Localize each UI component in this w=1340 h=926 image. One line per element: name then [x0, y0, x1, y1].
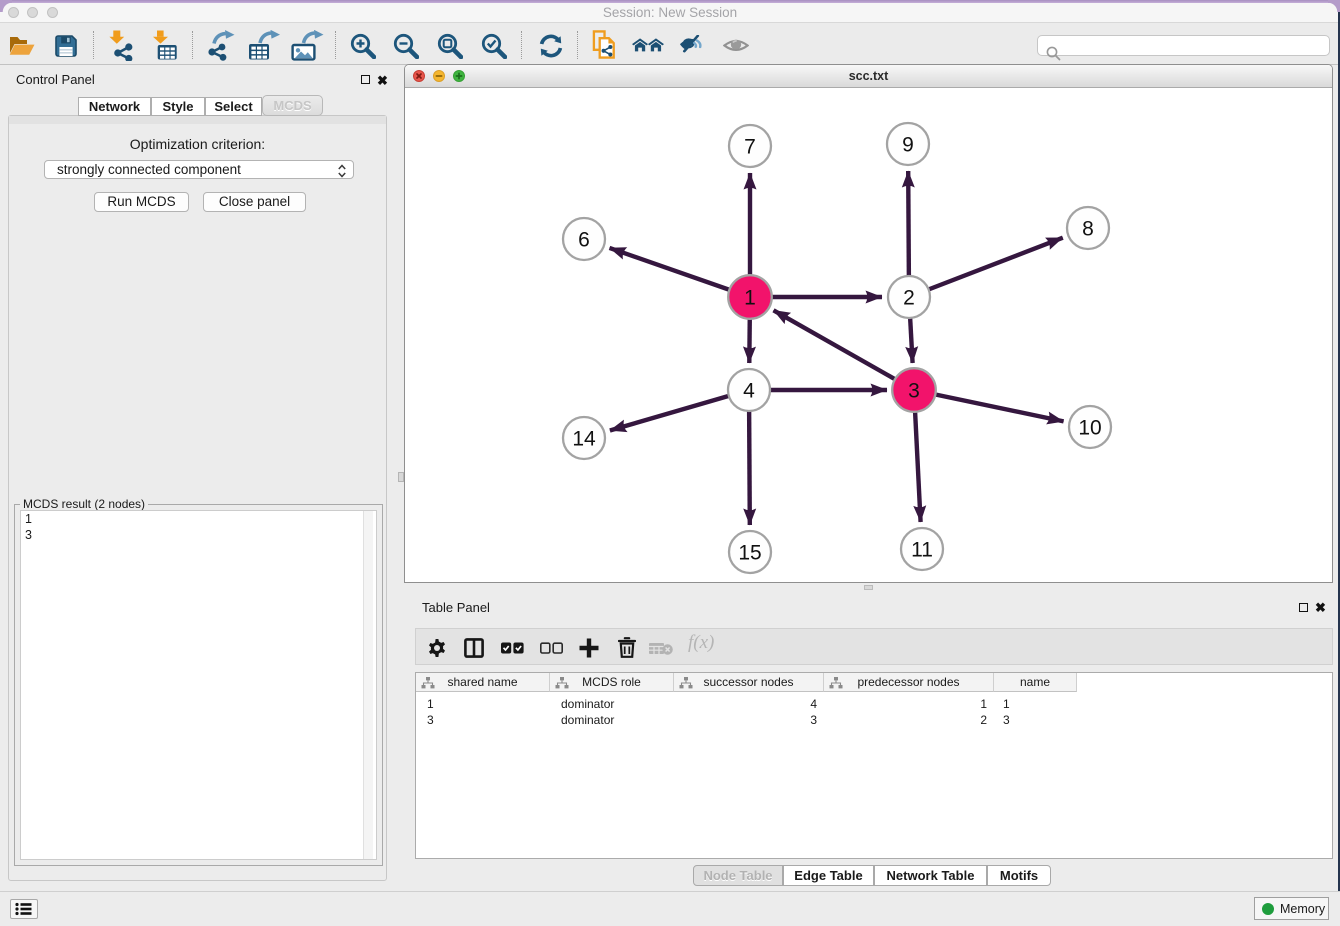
svg-text:14: 14 [572, 428, 596, 451]
svg-text:15: 15 [738, 542, 761, 565]
svg-text:2: 2 [903, 287, 915, 310]
svg-text:3: 3 [908, 380, 920, 403]
svg-text:9: 9 [902, 134, 914, 157]
svg-text:1: 1 [744, 287, 756, 310]
svg-text:11: 11 [911, 539, 933, 562]
svg-text:8: 8 [1082, 218, 1094, 241]
svg-text:6: 6 [578, 229, 590, 252]
svg-text:7: 7 [744, 136, 756, 159]
svg-text:10: 10 [1078, 417, 1101, 440]
svg-text:4: 4 [743, 380, 755, 403]
